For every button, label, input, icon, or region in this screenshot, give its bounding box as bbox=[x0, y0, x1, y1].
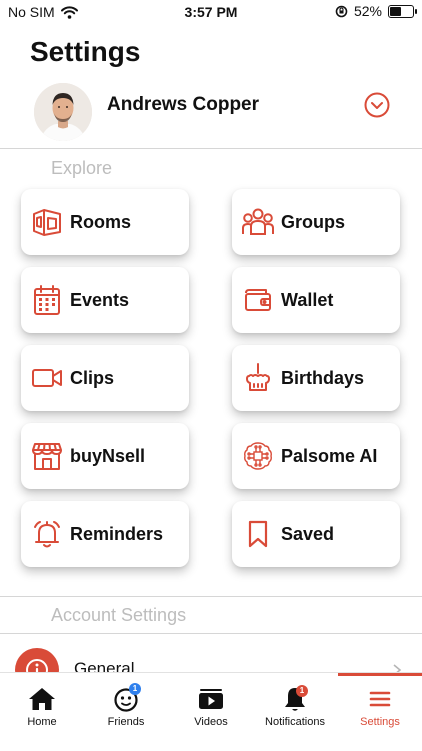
profile-name: Andrews Copper bbox=[107, 94, 260, 115]
chevron-down-icon[interactable] bbox=[364, 92, 390, 118]
tile-label: Saved bbox=[281, 523, 335, 544]
tile-reminders[interactable]: Reminders bbox=[21, 501, 189, 567]
tile-clips[interactable]: Clips bbox=[21, 345, 189, 411]
tile-wallet[interactable]: Wallet bbox=[232, 267, 400, 333]
divider bbox=[0, 148, 422, 149]
tab-label: Notifications bbox=[265, 716, 325, 728]
groups-icon bbox=[241, 205, 275, 239]
profile-row[interactable]: Andrews Copper bbox=[0, 80, 422, 146]
tile-label: Rooms bbox=[70, 211, 132, 232]
menu-icon bbox=[369, 691, 391, 707]
explore-section-label: Explore bbox=[51, 158, 113, 178]
home-icon bbox=[29, 688, 55, 710]
tab-home[interactable]: Home bbox=[0, 673, 84, 751]
video-camera-icon bbox=[30, 361, 64, 395]
tile-saved[interactable]: Saved bbox=[232, 501, 400, 567]
wallet-icon bbox=[241, 283, 275, 317]
tile-palsome-ai[interactable]: Palsome AI bbox=[232, 423, 400, 489]
tile-groups[interactable]: Groups bbox=[232, 189, 400, 255]
tab-bar: Home 1 Friends Videos 1 Notifications Se… bbox=[0, 672, 422, 751]
bell-icon bbox=[30, 517, 64, 551]
orientation-lock-icon bbox=[335, 5, 348, 17]
divider bbox=[0, 633, 422, 634]
rooms-icon bbox=[30, 205, 64, 239]
battery-percent: 52% bbox=[353, 3, 382, 19]
page-title: Settings bbox=[30, 36, 141, 67]
tile-rooms[interactable]: Rooms bbox=[21, 189, 189, 255]
tab-friends[interactable]: 1 Friends bbox=[84, 673, 168, 751]
tile-events[interactable]: Events bbox=[21, 267, 189, 333]
tile-label: Wallet bbox=[281, 289, 334, 310]
video-icon bbox=[199, 689, 223, 709]
tab-notifications[interactable]: 1 Notifications bbox=[253, 673, 337, 751]
tab-label: Home bbox=[27, 716, 57, 728]
cake-icon bbox=[241, 361, 275, 395]
settings-row-general[interactable]: General bbox=[0, 640, 422, 692]
tab-settings[interactable]: Settings bbox=[338, 673, 422, 751]
battery-icon bbox=[388, 4, 417, 18]
friends-badge: 1 bbox=[129, 683, 141, 695]
storefront-icon bbox=[30, 439, 64, 473]
calendar-icon bbox=[30, 283, 64, 317]
tab-label: Settings bbox=[360, 716, 400, 728]
tile-label: buyNsell bbox=[70, 445, 146, 466]
tile-buynsell[interactable]: buyNsell bbox=[21, 423, 189, 489]
tile-label: Reminders bbox=[70, 523, 164, 544]
tile-label: Events bbox=[70, 289, 130, 310]
brain-icon bbox=[241, 439, 275, 473]
tile-label: Palsome AI bbox=[281, 445, 378, 466]
avatar[interactable] bbox=[34, 83, 92, 141]
divider bbox=[0, 596, 422, 597]
notifications-badge: 1 bbox=[296, 685, 308, 697]
tab-label: Videos bbox=[194, 716, 228, 728]
tile-label: Clips bbox=[70, 367, 115, 388]
account-settings-section-label: Account Settings bbox=[51, 605, 187, 625]
tile-birthdays[interactable]: Birthdays bbox=[232, 345, 400, 411]
bookmark-icon bbox=[241, 517, 275, 551]
status-right: 52% bbox=[335, 3, 417, 19]
tab-videos[interactable]: Videos bbox=[169, 673, 253, 751]
tile-label: Birthdays bbox=[281, 367, 365, 388]
tile-label: Groups bbox=[281, 211, 346, 232]
tab-label: Friends bbox=[107, 716, 145, 728]
status-bar: No SIM 3:57 PM 52% bbox=[0, 0, 422, 24]
